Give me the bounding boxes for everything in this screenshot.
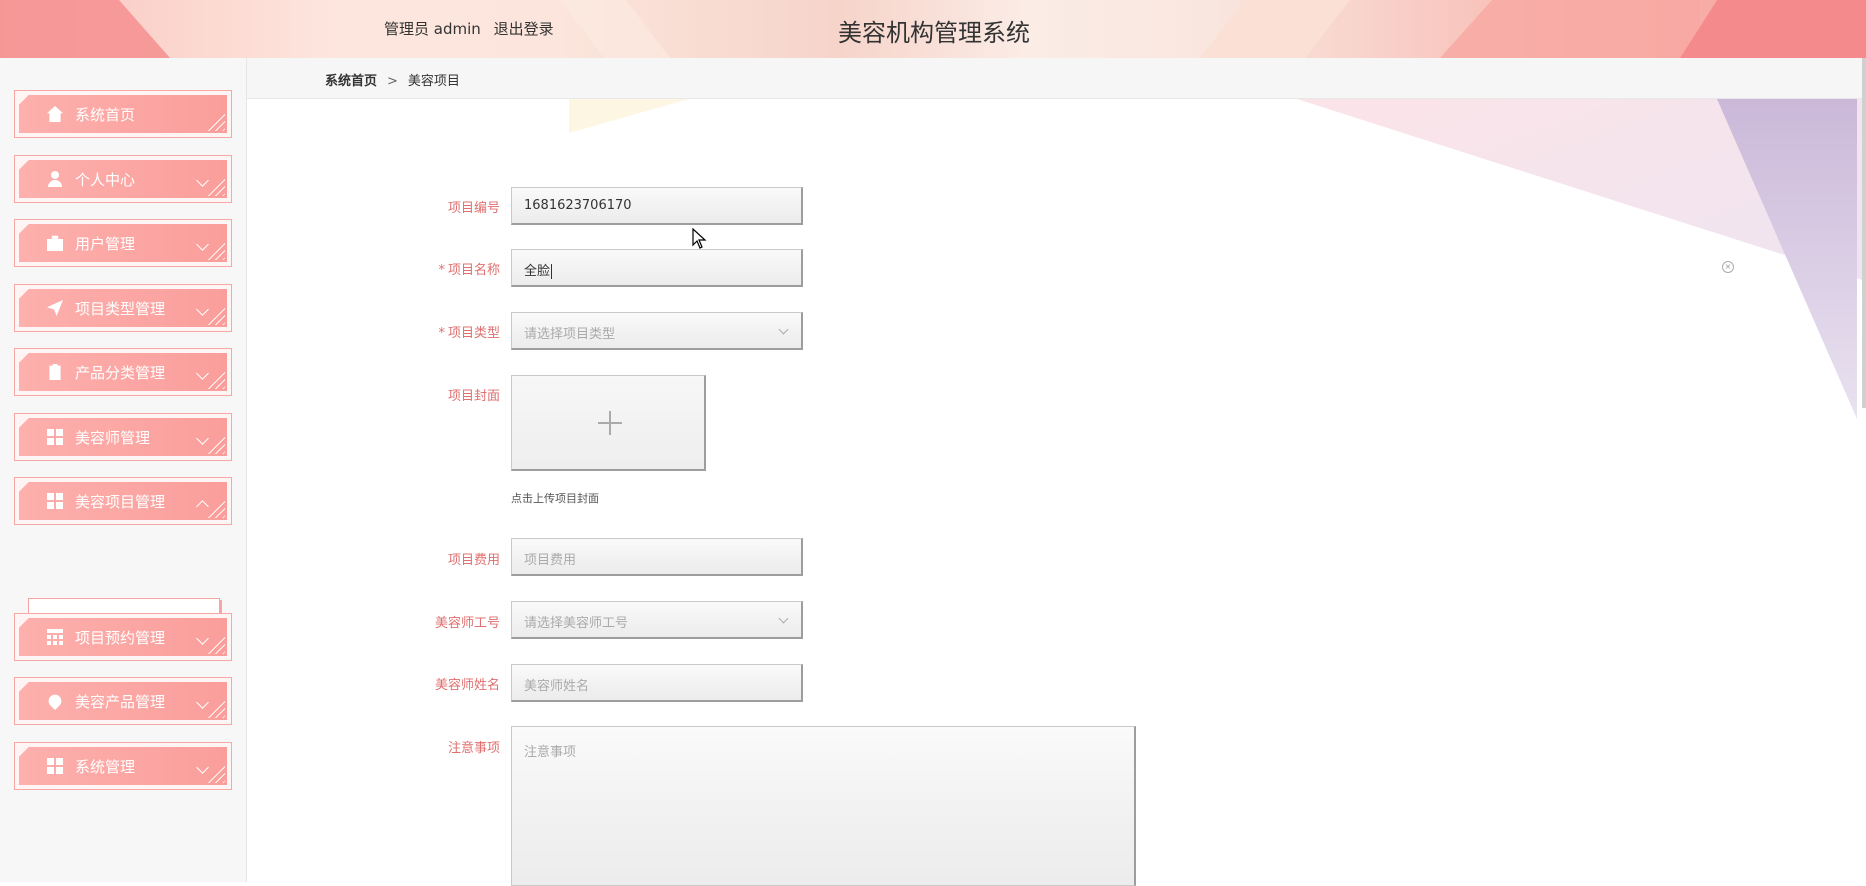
sidebar-item-project-type-management[interactable]: 项目类型管理 <box>14 284 232 332</box>
beautician-no-label: 美容师工号 <box>434 616 500 631</box>
background-decoration <box>1717 99 1857 419</box>
project-no-label: 项目编号 <box>447 201 500 216</box>
required-mark: * <box>438 263 445 278</box>
beautician-no-select[interactable]: 请选择美容师工号 <box>511 601 803 639</box>
pin-icon <box>45 691 65 711</box>
header-bar: 管理员 admin 退出登录 美容机构管理系统 <box>0 0 1866 58</box>
notes-label: 注意事项 <box>447 741 500 756</box>
sidebar-item-beauty-project-management[interactable]: 美容项目管理 <box>14 477 232 525</box>
header-decoration <box>1440 0 1700 58</box>
sidebar-item-label: 美容师管理 <box>75 428 151 447</box>
mouse-cursor-icon <box>692 228 707 249</box>
sidebar-item-label: 美容项目管理 <box>75 492 166 511</box>
project-name-field[interactable]: 全脸 <box>511 249 803 287</box>
admin-info: 管理员 admin 退出登录 <box>384 18 562 39</box>
clipboard-icon <box>49 364 61 380</box>
sidebar-item-label: 系统管理 <box>75 757 136 776</box>
project-no-field[interactable]: 1681623706170 <box>511 187 803 225</box>
logout-link[interactable]: 退出登录 <box>494 20 554 38</box>
chevron-down-icon <box>196 303 209 316</box>
sidebar-item-label: 系统首页 <box>75 105 136 124</box>
header-decoration <box>0 0 170 58</box>
cover-upload-hint: 点击上传项目封面 <box>511 492 599 505</box>
send-icon <box>47 300 63 316</box>
project-type-label-text: 项目类型 <box>447 326 500 341</box>
header-decoration <box>1200 0 1350 58</box>
chevron-down-icon <box>196 696 209 709</box>
admin-role: 管理员 admin <box>384 20 481 38</box>
breadcrumb-separator: > <box>387 74 398 89</box>
fee-label: 项目费用 <box>447 553 500 568</box>
table-icon <box>47 629 63 645</box>
sidebar-item-label: 项目预约管理 <box>75 628 166 647</box>
sidebar-item-label: 个人中心 <box>75 170 136 189</box>
project-name-label: * 项目名称 <box>370 259 500 278</box>
user-icon <box>47 171 63 187</box>
chevron-down-icon <box>196 238 209 251</box>
chevron-down-icon <box>196 174 209 187</box>
project-type-placeholder: 请选择项目类型 <box>524 327 616 342</box>
sidebar-item-appointment-management[interactable]: 项目预约管理 <box>14 613 232 661</box>
chevron-down-icon <box>778 613 789 624</box>
beautician-no-placeholder: 请选择美容师工号 <box>524 616 629 631</box>
cover-label: 项目封面 <box>447 389 500 404</box>
briefcase-icon <box>47 235 63 251</box>
required-mark: * <box>438 326 445 341</box>
beautician-name-label: 美容师姓名 <box>434 678 500 693</box>
grid-icon <box>47 429 63 445</box>
grid-icon <box>47 493 63 509</box>
sidebar-item-label: 项目类型管理 <box>75 299 166 318</box>
sidebar-item-beautician-management[interactable]: 美容师管理 <box>14 413 232 461</box>
close-icon[interactable]: × <box>1722 261 1734 273</box>
sidebar-item-product-category-management[interactable]: 产品分类管理 <box>14 348 232 396</box>
plus-icon <box>609 411 611 435</box>
project-name-value: 全脸 <box>524 264 551 279</box>
project-type-select[interactable]: 请选择项目类型 <box>511 312 803 350</box>
breadcrumb-bar: 系统首页 > 美容项目 <box>247 58 1866 99</box>
project-name-label-text: 项目名称 <box>447 263 500 278</box>
chevron-down-icon <box>778 324 789 335</box>
sidebar: 系统首页 个人中心 用户管理 项目类型管理 产品分类管理 美容师管理 美容项目管… <box>0 58 247 882</box>
sidebar-item-label: 产品分类管理 <box>75 363 166 382</box>
sidebar-item-label: 美容产品管理 <box>75 692 166 711</box>
sidebar-item-home[interactable]: 系统首页 <box>14 90 232 138</box>
chevron-down-icon <box>196 432 209 445</box>
breadcrumb-home[interactable]: 系统首页 <box>325 74 377 89</box>
breadcrumb: 系统首页 > 美容项目 <box>325 70 460 89</box>
cover-upload-button[interactable] <box>511 375 706 471</box>
sidebar-item-personal-center[interactable]: 个人中心 <box>14 155 232 203</box>
text-caret <box>551 264 553 279</box>
header-decoration <box>560 0 670 58</box>
sidebar-item-label: 用户管理 <box>75 234 136 253</box>
grid-icon <box>47 758 63 774</box>
header-decoration <box>1680 0 1866 58</box>
system-title: 美容机构管理系统 <box>838 19 1030 47</box>
project-type-label: * 项目类型 <box>370 322 500 341</box>
chevron-up-icon <box>196 500 209 513</box>
fee-input[interactable]: 项目费用 <box>511 538 803 576</box>
home-icon <box>47 106 63 122</box>
sidebar-item-system-management[interactable]: 系统管理 <box>14 742 232 790</box>
breadcrumb-current: 美容项目 <box>407 74 460 89</box>
chevron-down-icon <box>196 761 209 774</box>
chevron-down-icon <box>196 632 209 645</box>
scrollbar[interactable] <box>1862 58 1866 408</box>
background-decoration <box>569 99 689 133</box>
beautician-name-input[interactable]: 美容师姓名 <box>511 664 803 702</box>
chevron-down-icon <box>196 367 209 380</box>
notes-textarea[interactable]: 注意事项 <box>511 726 1136 886</box>
sidebar-item-user-management[interactable]: 用户管理 <box>14 219 232 267</box>
sidebar-item-product-management[interactable]: 美容产品管理 <box>14 677 232 725</box>
